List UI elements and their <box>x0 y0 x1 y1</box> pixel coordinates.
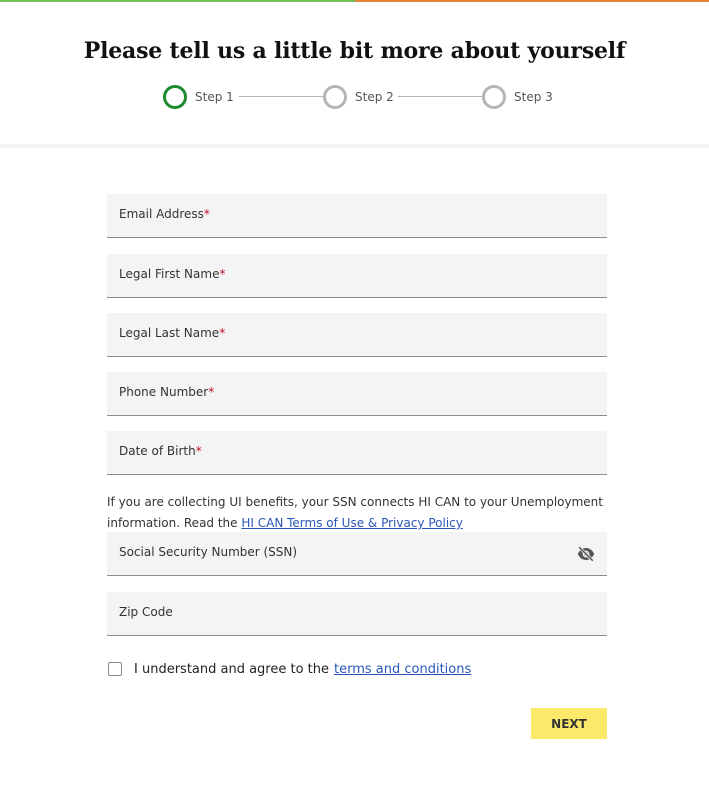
ssn-field[interactable]: Social Security Number (SSN) <box>107 532 607 576</box>
email-field[interactable]: Email Address* <box>107 194 607 238</box>
agree-row: I understand and agree to the terms and … <box>108 660 471 678</box>
eye-slash-icon[interactable] <box>577 545 595 563</box>
dob-label: Date of Birth* <box>119 444 202 458</box>
first-name-label: Legal First Name* <box>119 267 226 281</box>
step-connector-2 <box>398 96 482 97</box>
first-name-field[interactable]: Legal First Name* <box>107 254 607 298</box>
dob-field[interactable]: Date of Birth* <box>107 431 607 475</box>
stepper: Step 1 Step 2 Step 3 <box>163 84 563 110</box>
last-name-label: Legal Last Name* <box>119 326 226 340</box>
phone-field[interactable]: Phone Number* <box>107 372 607 416</box>
ssn-note: If you are collecting UI benefits, your … <box>107 492 607 534</box>
step-2: Step 2 <box>323 84 394 110</box>
required-marker: * <box>195 444 202 458</box>
phone-label: Phone Number* <box>119 385 215 399</box>
zip-field[interactable]: Zip Code <box>107 592 607 636</box>
terms-conditions-link[interactable]: terms and conditions <box>334 662 471 677</box>
page-header: Please tell us a little bit more about y… <box>0 2 709 146</box>
required-marker: * <box>219 326 226 340</box>
step-1-circle <box>163 85 187 109</box>
step-3-label: Step 3 <box>514 90 553 104</box>
required-marker: * <box>219 267 226 281</box>
zip-label: Zip Code <box>119 605 173 619</box>
step-3-circle <box>482 85 506 109</box>
step-1: Step 1 <box>163 84 234 110</box>
agree-text: I understand and agree to the <box>134 661 330 677</box>
step-2-label: Step 2 <box>355 90 394 104</box>
last-name-field[interactable]: Legal Last Name* <box>107 313 607 357</box>
required-marker: * <box>208 385 215 399</box>
agree-checkbox[interactable] <box>108 662 122 676</box>
page-title: Please tell us a little bit more about y… <box>83 38 626 64</box>
step-2-circle <box>323 85 347 109</box>
email-label: Email Address* <box>119 207 210 221</box>
header-divider <box>0 144 709 148</box>
step-1-label: Step 1 <box>195 90 234 104</box>
terms-privacy-link[interactable]: HI CAN Terms of Use & Privacy Policy <box>241 516 462 530</box>
required-marker: * <box>203 207 210 221</box>
next-button[interactable]: NEXT <box>531 708 607 739</box>
ssn-label: Social Security Number (SSN) <box>119 545 298 559</box>
step-3: Step 3 <box>482 84 553 110</box>
step-connector-1 <box>239 96 323 97</box>
